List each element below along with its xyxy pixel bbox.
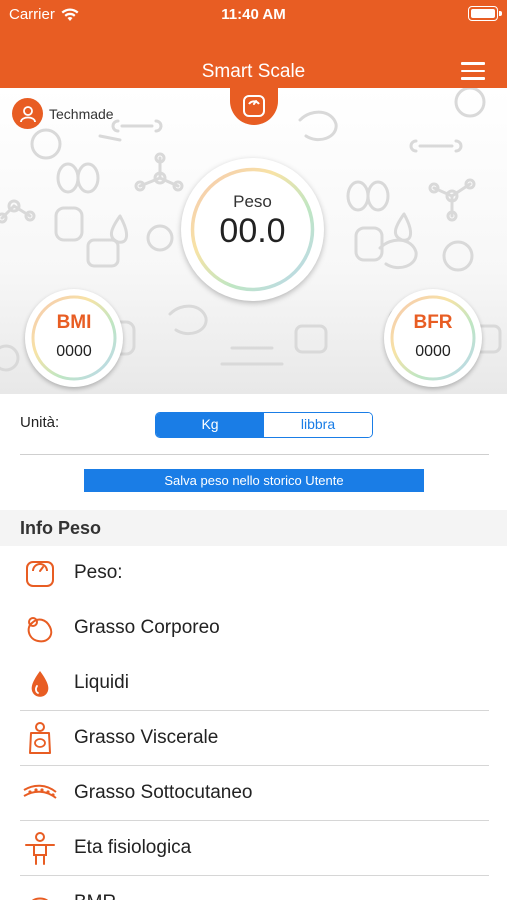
weight-gauge-value: 00.0 <box>219 212 286 250</box>
metabolism-icon <box>32 897 48 900</box>
status-bar: Carrier 11:40 AM <box>0 0 507 28</box>
info-section-title: Info Peso <box>20 518 102 538</box>
bmi-gauge-ring <box>31 295 117 381</box>
list-item-grasso-corporeo[interactable]: Grasso Corporeo <box>0 601 507 656</box>
list-item-liquidi[interactable]: Liquidi <box>0 656 507 711</box>
bmi-label: BMI <box>56 312 92 333</box>
info-section-header: Info Peso <box>0 510 507 546</box>
bfr-value: 0000 <box>415 343 451 360</box>
user-name: Techmade <box>49 105 114 122</box>
page-title: Smart Scale <box>201 61 306 82</box>
unit-label: Unità: <box>20 414 60 431</box>
water-drop-icon <box>31 671 49 697</box>
person-age-icon <box>25 832 55 865</box>
unit-segmented-control: Kg libbra <box>155 412 373 438</box>
user-avatar-icon <box>12 98 43 129</box>
list-item-label: Grasso Viscerale <box>74 727 219 748</box>
unit-selector-row: Unità: Kg libbra <box>0 394 507 454</box>
unit-option-libbra[interactable]: libbra <box>264 413 372 437</box>
bfr-gauge-ring <box>390 295 476 381</box>
list-item-label: Peso: <box>74 562 123 583</box>
bmi-value: 0000 <box>56 343 92 360</box>
fat-icon <box>27 617 53 643</box>
save-weight-button[interactable]: Salva peso nello storico Utente <box>84 469 424 492</box>
body-torso-icon <box>29 722 51 754</box>
list-item-label: BMR <box>74 892 116 900</box>
scale-icon <box>26 561 54 587</box>
list-item-label: Grasso Corporeo <box>74 617 220 638</box>
skin-layer-icon <box>23 784 57 799</box>
battery-icon <box>468 6 502 21</box>
weight-gauge: Peso 00.0 <box>181 158 324 301</box>
scale-icon <box>243 95 265 117</box>
bfr-gauge: BFR 0000 <box>384 289 482 387</box>
list-item-peso[interactable]: Peso: <box>0 546 507 601</box>
weight-gauge-label: Peso <box>233 192 272 211</box>
unit-option-kg[interactable]: Kg <box>156 413 264 437</box>
list-item-grasso-viscerale[interactable]: Grasso Viscerale <box>0 711 507 766</box>
divider <box>20 454 489 455</box>
list-item-grasso-sottocutaneo[interactable]: Grasso Sottocutaneo <box>0 766 507 821</box>
menu-button[interactable] <box>461 62 485 80</box>
user-chip[interactable]: Techmade <box>12 98 114 129</box>
status-time: 11:40 AM <box>221 6 286 23</box>
bfr-label: BFR <box>413 312 453 333</box>
list-item-label: Liquidi <box>74 672 129 693</box>
bmi-gauge: BMI 0000 <box>25 289 123 387</box>
list-item-label: Grasso Sottocutaneo <box>74 782 253 803</box>
info-list: Peso: Grasso Corporeo Liquidi Grasso Vis… <box>0 546 507 900</box>
list-item-label: Eta fisiologica <box>74 837 192 858</box>
list-item-bmr[interactable]: BMR <box>0 876 507 900</box>
list-item-eta-fisiologica[interactable]: Eta fisiologica <box>0 821 507 876</box>
app-header: Carrier 11:40 AM Smart Scale <box>0 0 507 88</box>
